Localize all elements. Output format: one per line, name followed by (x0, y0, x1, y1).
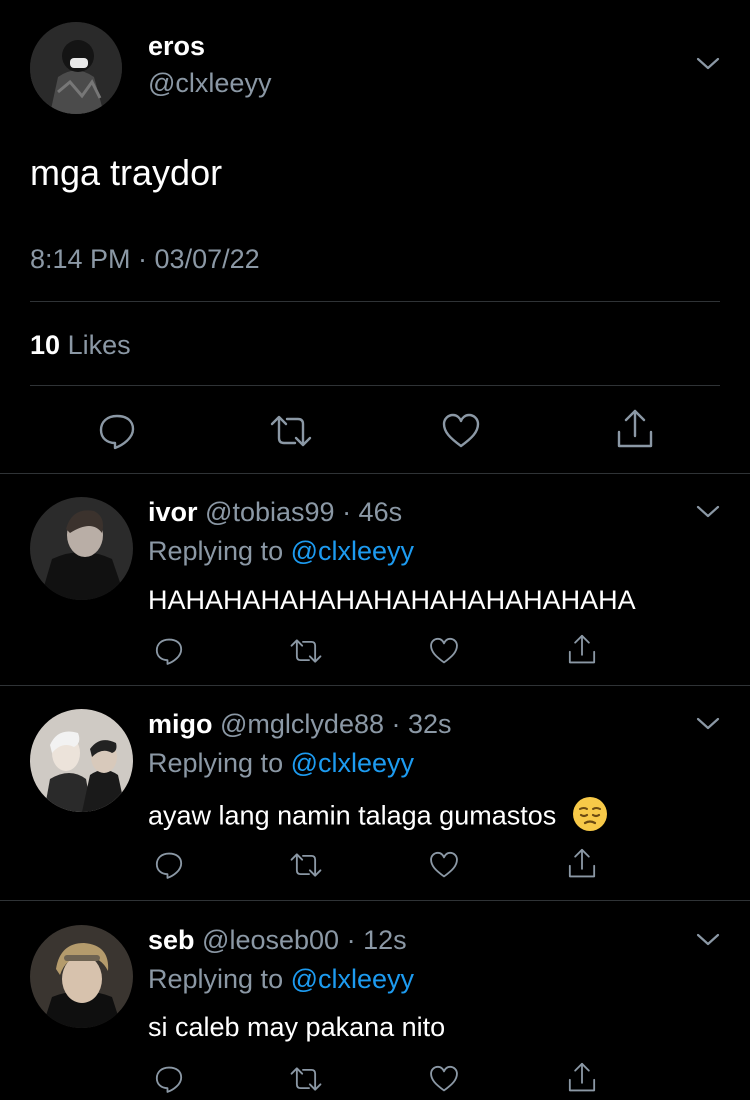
more-options-button[interactable] (695, 55, 721, 76)
divider (0, 473, 750, 474)
replying-to-handle[interactable]: @clxleeyy (291, 536, 414, 566)
reply-author-name[interactable]: ivor (148, 497, 198, 527)
like-button[interactable] (428, 849, 460, 886)
retweet-button[interactable] (288, 635, 324, 672)
share-button[interactable] (566, 846, 598, 886)
share-icon (568, 634, 596, 664)
reply-author-name[interactable]: migo (148, 709, 213, 739)
avatar-photo (30, 22, 122, 114)
reply-avatar[interactable] (30, 925, 133, 1028)
divider (0, 685, 750, 686)
replying-to-handle[interactable]: @clxleeyy (291, 748, 414, 778)
chevron-down-icon (696, 933, 720, 946)
tweet-timestamp: 8:14 PM · 03/07/22 (30, 244, 260, 274)
reply-text: si caleb may pakana nito (148, 1012, 446, 1042)
retweet-icon (290, 1067, 322, 1091)
reply-header: seb @leoseb00 · 12s (148, 925, 407, 956)
retweet-button[interactable] (288, 1063, 324, 1100)
reply-author-handle[interactable]: @leoseb00 (202, 925, 339, 955)
share-button[interactable] (566, 632, 598, 672)
like-button[interactable] (428, 1063, 460, 1100)
reply-time: · 46s (342, 497, 403, 527)
heart-icon (430, 637, 458, 664)
replying-to-label: Replying to (148, 536, 284, 566)
chevron-down-icon (696, 505, 720, 518)
reply-author-handle[interactable]: @tobias99 (205, 497, 335, 527)
replying-to-label: Replying to (148, 748, 284, 778)
pensive-face-icon (572, 796, 608, 839)
like-button[interactable] (440, 410, 482, 457)
likes-link[interactable]: 10 Likes (30, 330, 131, 361)
heart-icon (430, 1065, 458, 1092)
divider (0, 900, 750, 901)
reply-icon (99, 414, 135, 450)
share-icon (568, 1062, 596, 1092)
reply-text: ayaw lang namin talaga gumastos (148, 800, 557, 831)
reply-author-handle[interactable]: @mglclyde88 (220, 709, 384, 739)
retweet-icon (290, 853, 322, 877)
replying-to-line: Replying to @clxleeyy (148, 536, 414, 567)
replying-to-label: Replying to (148, 964, 284, 994)
reply-icon (155, 638, 183, 665)
avatar-photo (30, 709, 133, 812)
share-button[interactable] (614, 406, 656, 457)
likes-count: 10 (30, 330, 61, 360)
reply-button[interactable] (153, 635, 185, 672)
reply-more-options-button[interactable] (695, 931, 721, 952)
author-avatar[interactable] (30, 22, 122, 114)
heart-icon (430, 851, 458, 878)
reply-avatar[interactable] (30, 709, 133, 812)
avatar-photo (30, 497, 133, 600)
likes-label: Likes (67, 330, 131, 360)
reply-button[interactable] (96, 410, 138, 457)
reply-text: HAHAHAHAHAHAHAHAHAHAHAHAHA (148, 585, 636, 615)
reply-more-options-button[interactable] (695, 715, 721, 736)
retweet-icon (290, 639, 322, 663)
replying-to-line: Replying to @clxleeyy (148, 964, 414, 995)
retweet-icon (270, 415, 312, 447)
avatar-photo (30, 925, 133, 1028)
like-button[interactable] (428, 635, 460, 672)
reply-icon (155, 1066, 183, 1093)
author-name[interactable]: eros (148, 31, 205, 62)
reply-icon (155, 852, 183, 879)
reply-more-options-button[interactable] (695, 503, 721, 524)
share-icon (568, 848, 596, 878)
reply-time: · 12s (346, 925, 407, 955)
reply-header: migo @mglclyde88 · 32s (148, 709, 452, 740)
retweet-button[interactable] (268, 410, 314, 457)
tweet-text: mga traydor (30, 152, 223, 193)
reply-avatar[interactable] (30, 497, 133, 600)
retweet-button[interactable] (288, 849, 324, 886)
replying-to-handle[interactable]: @clxleeyy (291, 964, 414, 994)
chevron-down-icon (696, 717, 720, 730)
reply-text-line: ayaw lang namin talaga gumastos (148, 796, 608, 839)
share-button[interactable] (566, 1060, 598, 1100)
replying-to-line: Replying to @clxleeyy (148, 748, 414, 779)
reply-author-name[interactable]: seb (148, 925, 195, 955)
author-handle[interactable]: @clxleeyy (148, 68, 271, 99)
chevron-down-icon (696, 57, 720, 70)
reply-header: ivor @tobias99 · 46s (148, 497, 402, 528)
reply-button[interactable] (153, 1063, 185, 1100)
heart-icon (442, 413, 480, 448)
divider (30, 385, 720, 386)
divider (30, 301, 720, 302)
reply-time: · 32s (391, 709, 452, 739)
reply-button[interactable] (153, 849, 185, 886)
share-icon (617, 409, 653, 448)
